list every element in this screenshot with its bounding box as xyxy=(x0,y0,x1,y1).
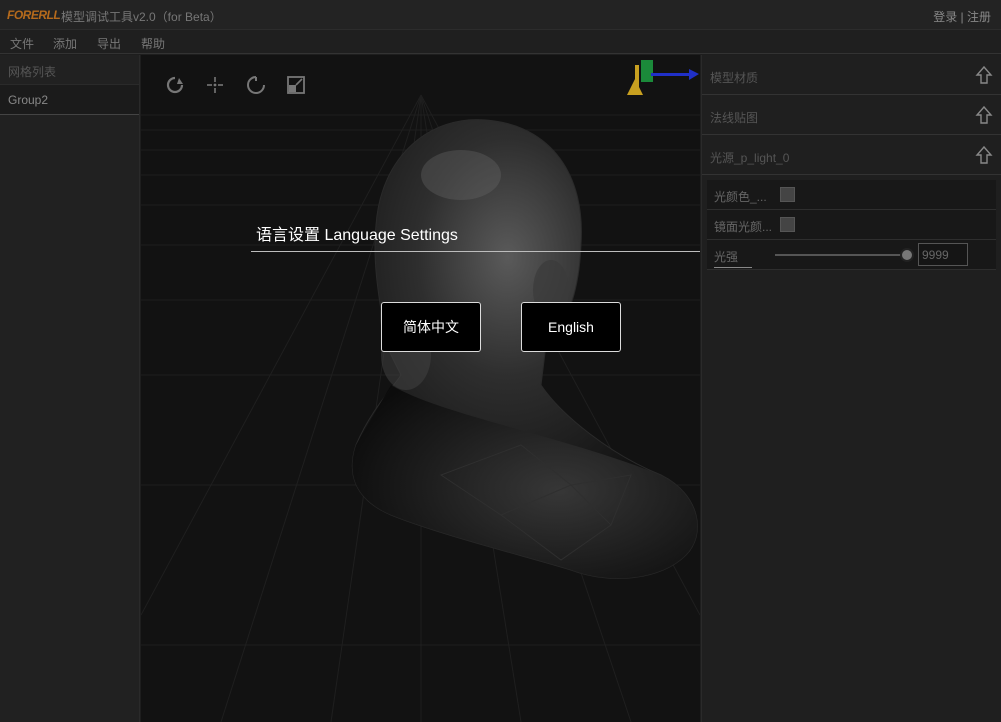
app-logo: FORERLL xyxy=(7,8,61,22)
light-intensity-label: 光强 xyxy=(714,248,752,268)
section-light[interactable]: 光源_p_light_0 xyxy=(702,135,1001,175)
menu-bar: 文件 添加 导出 帮助 xyxy=(0,30,1001,54)
light-color-swatch[interactable] xyxy=(780,187,795,202)
language-dialog-title: 语言设置 Language Settings xyxy=(256,227,458,244)
specular-color-label: 镜面光颜... xyxy=(714,220,773,234)
viewport-scene xyxy=(141,60,700,722)
title-bar: FORERLL 模型调试工具v2.0（for Beta） 登录 | 注册 xyxy=(0,0,1001,30)
light-properties: 光颜色_... 镜面光颜... 光强 xyxy=(707,180,996,270)
collapse-arrow-icon[interactable] xyxy=(975,105,993,125)
light-color-label: 光颜色_... xyxy=(714,190,767,204)
rotate-icon[interactable] xyxy=(165,75,185,95)
intensity-slider-handle[interactable] xyxy=(900,248,914,262)
english-language-button[interactable]: English xyxy=(521,302,621,352)
section-normal-map[interactable]: 法线贴图 xyxy=(702,95,1001,135)
refresh-icon[interactable] xyxy=(246,75,266,95)
mesh-list-header: 网格列表 xyxy=(0,55,139,85)
language-dialog-divider xyxy=(251,251,700,252)
collapse-arrow-icon[interactable] xyxy=(975,145,993,165)
properties-panel: 模型材质 法线贴图 光源_p_light_0 光颜色_... 镜面光颜... 光… xyxy=(701,55,1001,722)
section-material[interactable]: 模型材质 xyxy=(702,55,1001,95)
app-title: 模型调试工具v2.0（for Beta） xyxy=(61,10,222,24)
move-icon[interactable] xyxy=(205,75,225,95)
intensity-input[interactable] xyxy=(918,243,968,266)
menu-help[interactable]: 帮助 xyxy=(141,35,165,52)
scale-icon[interactable] xyxy=(286,75,306,95)
section-material-label: 模型材质 xyxy=(710,71,759,85)
menu-export[interactable]: 导出 xyxy=(97,35,121,52)
specular-color-swatch[interactable] xyxy=(780,217,795,232)
menu-file[interactable]: 文件 xyxy=(10,35,34,52)
mesh-list-item[interactable]: Group2 xyxy=(0,85,139,115)
mesh-list-panel: 网格列表 Group2 xyxy=(0,55,140,722)
collapse-arrow-icon[interactable] xyxy=(975,65,993,85)
intensity-slider-track[interactable] xyxy=(775,254,905,256)
section-normal-map-label: 法线贴图 xyxy=(710,111,759,125)
menu-add[interactable]: 添加 xyxy=(53,35,77,52)
light-intensity-row: 光强 xyxy=(707,240,996,270)
specular-color-row: 镜面光颜... xyxy=(707,210,996,240)
3d-viewport[interactable] xyxy=(141,55,700,722)
axis-gizmo xyxy=(627,60,699,95)
login-register-link[interactable]: 登录 | 注册 xyxy=(933,8,991,25)
section-light-label: 光源_p_light_0 xyxy=(710,151,790,165)
chinese-language-button[interactable]: 简体中文 xyxy=(381,302,481,352)
light-color-row: 光颜色_... xyxy=(707,180,996,210)
